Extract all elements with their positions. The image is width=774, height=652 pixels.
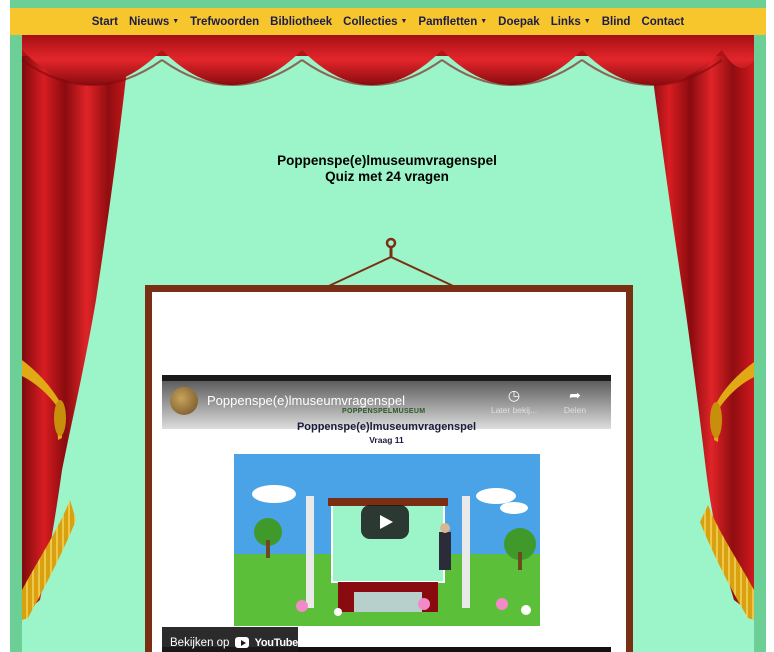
nav-nieuws[interactable]: Nieuws ▼ [129,16,179,28]
nav-links[interactable]: Links ▼ [551,16,591,28]
watch-later-button[interactable]: ◷ Later bekij... [484,387,544,415]
main-navigation: Start Nieuws ▼ Trefwoorden Bibliotheek Co… [10,8,766,35]
youtube-logo-icon [235,637,249,648]
watch-on-youtube-button[interactable]: Bekijken op YouTube [162,627,298,652]
nav-blind[interactable]: Blind [602,16,631,28]
caret-down-icon: ▼ [583,18,591,25]
nav-bibliotheek[interactable]: Bibliotheek [270,16,332,28]
nav-doepak[interactable]: Doepak [498,16,540,28]
video-inner-title: Poppenspe(e)lmuseumvragenspel [296,421,477,433]
nav-pamfletten[interactable]: Pamfletten ▼ [418,16,487,28]
play-icon[interactable] [361,505,409,539]
caret-down-icon: ▼ [172,18,180,25]
video-inner-subtitle: Vraag 11 [369,435,404,445]
nav-trefwoorden[interactable]: Trefwoorden [190,16,259,28]
youtube-video-embed[interactable]: Poppenspe(e)lmuseumvragenspel POPPENSPEL… [162,375,611,652]
museum-logo-text: POPPENSPELMUSEUM [342,408,426,415]
caret-down-icon: ▼ [480,18,488,25]
nav-collecties[interactable]: Collecties ▼ [343,16,407,28]
share-icon: ➦ [569,387,581,403]
nav-start[interactable]: Start [92,16,118,28]
video-thumbnail [234,454,540,626]
video-title[interactable]: Poppenspe(e)lmuseumvragenspel [207,393,405,408]
clock-icon: ◷ [507,387,521,403]
caret-down-icon: ▼ [400,18,408,25]
share-button[interactable]: ➦ Delen [550,387,600,415]
nav-contact[interactable]: Contact [641,16,684,28]
page-subtitle: Quiz met 24 vragen [325,169,449,184]
page-title: Poppenspe(e)lmuseumvragenspel [277,153,497,168]
channel-avatar[interactable] [170,387,198,415]
